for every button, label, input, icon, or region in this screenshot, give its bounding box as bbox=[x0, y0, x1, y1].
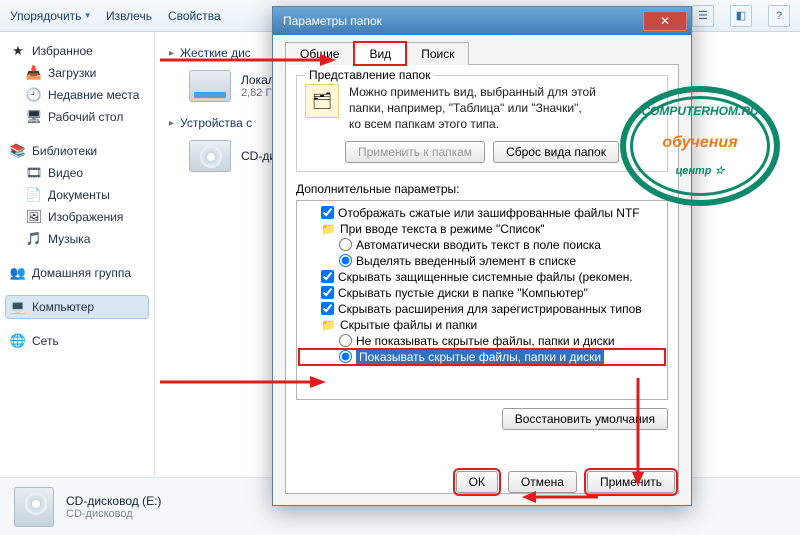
recent-icon: 🕘 bbox=[26, 87, 42, 103]
label: Музыка bbox=[48, 232, 90, 246]
opt-dont-show-hidden[interactable]: Не показывать скрытые файлы, папки и дис… bbox=[299, 333, 665, 349]
nav-sidebar: ★ Избранное 📥 Загрузки 🕘 Недавние места 🖥 Ра… bbox=[0, 32, 155, 477]
apply-to-folders-button[interactable]: Применить к папкам bbox=[345, 141, 485, 163]
sidebar-desktop[interactable]: 🖥 Рабочий стол bbox=[6, 106, 148, 128]
tab-search[interactable]: Поиск bbox=[406, 42, 469, 65]
close-icon[interactable]: ✕ bbox=[643, 11, 687, 31]
hdd-icon bbox=[189, 70, 231, 102]
sidebar-downloads[interactable]: 📥 Загрузки bbox=[6, 62, 148, 84]
sidebar-recent[interactable]: 🕘 Недавние места bbox=[6, 84, 148, 106]
opt-hide-protected[interactable]: Скрывать защищенные системные файлы (рек… bbox=[299, 269, 665, 285]
restore-defaults-button[interactable]: Восстановить умолчания bbox=[502, 408, 668, 430]
dialog-titlebar[interactable]: Параметры папок ✕ bbox=[273, 7, 691, 35]
sidebar-pictures[interactable]: 🖼 Изображения bbox=[6, 206, 148, 228]
cd-icon bbox=[14, 487, 54, 527]
advanced-settings-tree[interactable]: Отображать сжатые или зашифрованные файл… bbox=[296, 200, 668, 400]
label: Недавние места bbox=[48, 88, 139, 102]
label: Изображения bbox=[48, 210, 123, 224]
dialog-title-text: Параметры папок bbox=[283, 14, 382, 28]
footer-sub: CD-дисковод bbox=[66, 508, 161, 520]
label: Компьютер bbox=[32, 300, 94, 314]
library-icon: 📚 bbox=[10, 143, 26, 159]
folder-icon bbox=[321, 222, 336, 236]
label: Избранное bbox=[32, 44, 93, 58]
apply-button[interactable]: Применить bbox=[587, 471, 675, 493]
dialog-tabs: Общие Вид Поиск bbox=[273, 35, 691, 64]
cd-icon bbox=[189, 140, 231, 172]
tab-general[interactable]: Общие bbox=[285, 42, 354, 65]
opt-list-typing[interactable]: При вводе текста в режиме "Список" bbox=[299, 221, 665, 237]
opt-show-hidden[interactable]: Показывать скрытые файлы, папки и диски bbox=[299, 349, 665, 365]
sidebar-favorites[interactable]: ★ Избранное bbox=[6, 40, 148, 62]
help-icon[interactable]: ? bbox=[768, 5, 790, 27]
sidebar-documents[interactable]: 📄 Документы bbox=[6, 184, 148, 206]
tab-view[interactable]: Вид bbox=[354, 42, 406, 65]
doc-icon: 📄 bbox=[26, 187, 42, 203]
sidebar-video[interactable]: 🎞 Видео bbox=[6, 162, 148, 184]
music-icon: 🎵 bbox=[26, 231, 42, 247]
video-icon: 🎞 bbox=[26, 165, 42, 181]
computer-icon: 💻 bbox=[10, 299, 26, 315]
folder-view-icon: 🗂 bbox=[305, 84, 339, 118]
sidebar-libraries[interactable]: 📚 Библиотеки bbox=[6, 140, 148, 162]
label: Рабочий стол bbox=[48, 110, 123, 124]
tab-view-page: Представление папок 🗂 Можно применить ви… bbox=[285, 64, 679, 494]
opt-hide-extensions[interactable]: Скрывать расширения для зарегистрированн… bbox=[299, 301, 665, 317]
toolbar-properties[interactable]: Свойства bbox=[168, 9, 221, 23]
label: Видео bbox=[48, 166, 83, 180]
folder-icon bbox=[321, 318, 336, 332]
label: Библиотеки bbox=[32, 144, 97, 158]
folder-options-dialog: Параметры папок ✕ Общие Вид Поиск Предст… bbox=[272, 6, 692, 506]
advanced-label: Дополнительные параметры: bbox=[296, 182, 668, 196]
view-mode-icon[interactable]: ☰ bbox=[692, 5, 714, 27]
ok-button[interactable]: ОК bbox=[456, 471, 498, 493]
label: Документы bbox=[48, 188, 110, 202]
folder-icon: 📥 bbox=[26, 65, 42, 81]
sidebar-computer[interactable]: 💻 Компьютер bbox=[6, 296, 148, 318]
toolbar-extract[interactable]: Извлечь bbox=[106, 9, 152, 23]
preview-pane-icon[interactable]: ◧ bbox=[730, 5, 752, 27]
groupbox-legend: Представление папок bbox=[305, 68, 434, 82]
star-icon: ★ bbox=[10, 43, 26, 59]
sidebar-music[interactable]: 🎵 Музыка bbox=[6, 228, 148, 250]
label: Домашняя группа bbox=[32, 266, 131, 280]
footer-title: CD-дисковод (E:) bbox=[66, 494, 161, 508]
folder-view-groupbox: Представление папок 🗂 Можно применить ви… bbox=[296, 75, 668, 172]
sidebar-homegroup[interactable]: 👥 Домашняя группа bbox=[6, 262, 148, 284]
reset-folders-button[interactable]: Сброс вида папок bbox=[493, 141, 619, 163]
groupbox-text: Можно применить вид, выбранный для этой … bbox=[349, 84, 596, 133]
opt-select-typed[interactable]: Выделять введенный элемент в списке bbox=[299, 253, 665, 269]
opt-hidden-files[interactable]: Скрытые файлы и папки bbox=[299, 317, 665, 333]
image-icon: 🖼 bbox=[26, 209, 42, 225]
label: Сеть bbox=[32, 334, 59, 348]
toolbar-organize[interactable]: Упорядочить bbox=[10, 9, 90, 23]
homegroup-icon: 👥 bbox=[10, 265, 26, 281]
opt-hide-empty-drives[interactable]: Скрывать пустые диски в папке "Компьютер… bbox=[299, 285, 665, 301]
cancel-button[interactable]: Отмена bbox=[508, 471, 577, 493]
opt-compressed[interactable]: Отображать сжатые или зашифрованные файл… bbox=[299, 205, 665, 221]
network-icon: 🌐 bbox=[10, 333, 26, 349]
label: Загрузки bbox=[48, 66, 96, 80]
sidebar-network[interactable]: 🌐 Сеть bbox=[6, 330, 148, 352]
opt-auto-search[interactable]: Автоматически вводить текст в поле поиск… bbox=[299, 237, 665, 253]
desktop-icon: 🖥 bbox=[26, 109, 42, 125]
